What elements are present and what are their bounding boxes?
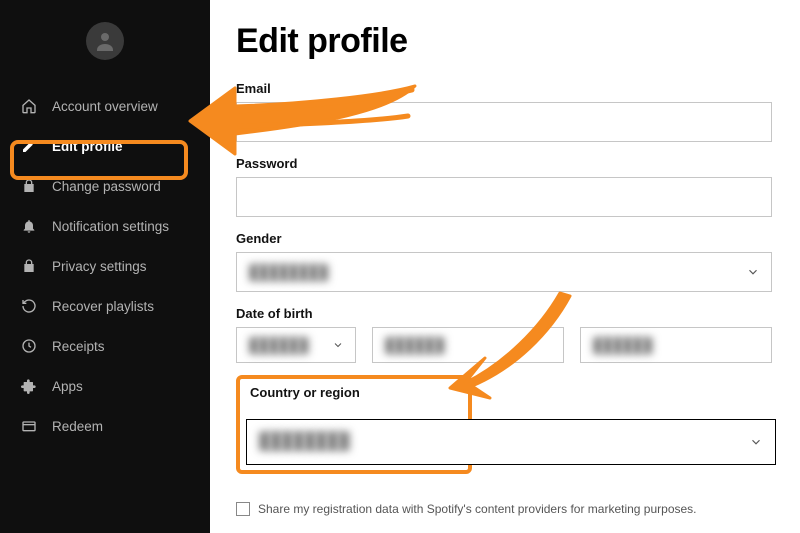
dob-year-field[interactable]: ██████ xyxy=(580,327,772,363)
main-content: Edit profile Email Password Gender █████… xyxy=(210,0,800,533)
email-field[interactable] xyxy=(236,102,772,142)
sidebar: Account overview Edit profile Change pas… xyxy=(0,0,210,533)
lock-icon xyxy=(20,177,38,195)
sidebar-item-label: Recover playlists xyxy=(52,299,154,314)
pencil-icon xyxy=(20,137,38,155)
card-icon xyxy=(20,417,38,435)
password-field[interactable] xyxy=(236,177,772,217)
dob-month-value: ██████ xyxy=(249,337,309,353)
dob-day-value: ██████ xyxy=(385,337,445,353)
share-data-row: Share my registration data with Spotify'… xyxy=(236,502,772,516)
sidebar-item-label: Redeem xyxy=(52,419,103,434)
sidebar-item-privacy-settings[interactable]: Privacy settings xyxy=(0,246,210,286)
country-select[interactable]: ████████ xyxy=(246,419,776,465)
dob-month-select[interactable]: ██████ xyxy=(236,327,356,363)
user-icon xyxy=(93,29,117,53)
sidebar-item-redeem[interactable]: Redeem xyxy=(0,406,210,446)
sidebar-item-label: Account overview xyxy=(52,99,158,114)
country-value: ████████ xyxy=(259,433,350,451)
share-data-checkbox[interactable] xyxy=(236,502,250,516)
email-label: Email xyxy=(236,81,772,96)
sidebar-item-change-password[interactable]: Change password xyxy=(0,166,210,206)
sidebar-item-label: Edit profile xyxy=(52,139,123,154)
dob-year-value: ██████ xyxy=(593,337,653,353)
sidebar-item-label: Apps xyxy=(52,379,83,394)
gender-select[interactable]: ████████ xyxy=(236,252,772,292)
lock-icon xyxy=(20,257,38,275)
clock-icon xyxy=(20,337,38,355)
sidebar-item-label: Receipts xyxy=(52,339,105,354)
country-label: Country or region xyxy=(250,385,458,400)
sidebar-item-label: Notification settings xyxy=(52,219,169,234)
refresh-icon xyxy=(20,297,38,315)
sidebar-item-edit-profile[interactable]: Edit profile xyxy=(0,126,210,166)
avatar-wrap xyxy=(0,22,210,60)
avatar[interactable] xyxy=(86,22,124,60)
dob-day-field[interactable]: ██████ xyxy=(372,327,564,363)
sidebar-item-recover-playlists[interactable]: Recover playlists xyxy=(0,286,210,326)
sidebar-item-receipts[interactable]: Receipts xyxy=(0,326,210,366)
sidebar-item-notification-settings[interactable]: Notification settings xyxy=(0,206,210,246)
home-icon xyxy=(20,97,38,115)
bell-icon xyxy=(20,217,38,235)
dob-label: Date of birth xyxy=(236,306,772,321)
share-data-label: Share my registration data with Spotify'… xyxy=(258,502,697,516)
sidebar-item-account-overview[interactable]: Account overview xyxy=(0,86,210,126)
gender-value: ████████ xyxy=(249,264,328,280)
sidebar-item-label: Change password xyxy=(52,179,161,194)
chevron-down-icon xyxy=(749,435,763,449)
puzzle-icon xyxy=(20,377,38,395)
page-title: Edit profile xyxy=(236,22,772,61)
gender-label: Gender xyxy=(236,231,772,246)
sidebar-item-apps[interactable]: Apps xyxy=(0,366,210,406)
password-label: Password xyxy=(236,156,772,171)
sidebar-item-label: Privacy settings xyxy=(52,259,147,274)
